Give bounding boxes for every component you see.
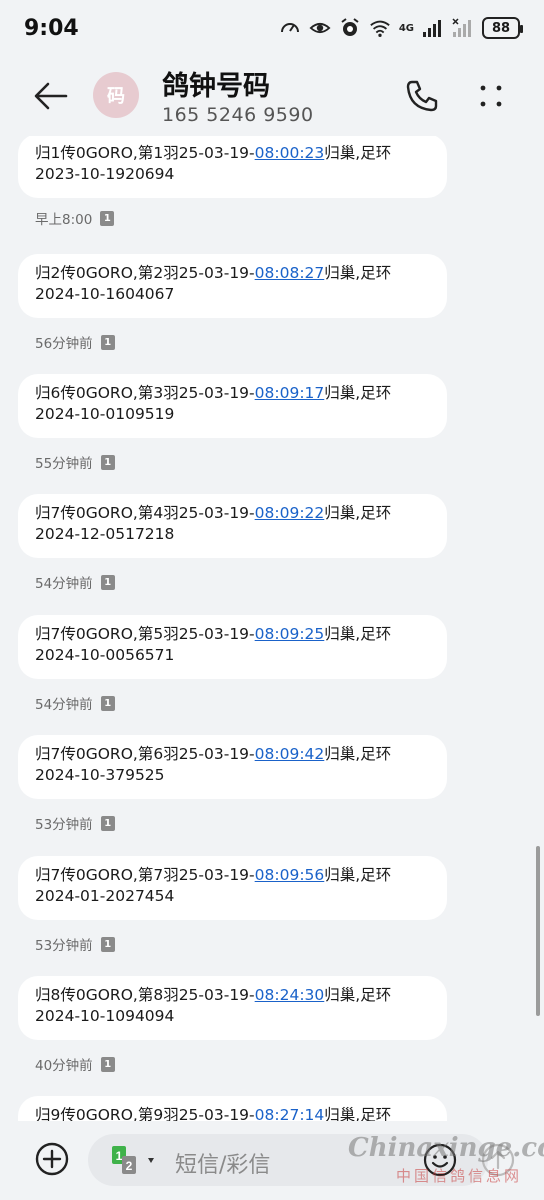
- message-line-2: 2024-10-0109519: [35, 405, 175, 423]
- sim-badge: 1: [100, 574, 115, 590]
- time-link[interactable]: 08:09:17: [255, 384, 325, 402]
- message-list[interactable]: 归1传0GORO,第1羽25-03-19-08:00:23归巢,足环 2023-…: [0, 136, 544, 1121]
- message-meta: 55分钟前 1: [35, 452, 115, 472]
- phone-icon[interactable]: [404, 78, 440, 114]
- message-bubble[interactable]: 归6传0GORO,第3羽25-03-19-08:09:17归巢,足环 2024-…: [18, 374, 447, 438]
- message-line-1: 归2传0GORO,第2羽25-03-19-08:08:27归巢,足环: [35, 264, 392, 282]
- time-link[interactable]: 08:09:42: [255, 745, 325, 763]
- contact-name[interactable]: 鸽钟号码: [162, 64, 270, 103]
- add-circle-icon[interactable]: [34, 1141, 70, 1177]
- message-bubble[interactable]: 归8传0GORO,第8羽25-03-19-08:24:30归巢,足环 2024-…: [18, 976, 447, 1040]
- message-line-1: 归7传0GORO,第4羽25-03-19-08:09:22归巢,足环: [35, 504, 392, 522]
- message-meta: 40分钟前 1: [35, 1054, 115, 1074]
- message-line-2: 2024-12-0517218: [35, 525, 175, 543]
- message-bubble[interactable]: 归7传0GORO,第4羽25-03-19-08:09:22归巢,足环 2024-…: [18, 494, 447, 558]
- wifi-icon: [369, 17, 391, 39]
- time-link[interactable]: 08:08:27: [255, 264, 325, 282]
- time-link[interactable]: 08:09:56: [255, 866, 325, 884]
- eye-icon: [309, 17, 331, 39]
- message-timestamp: 56分钟前: [35, 336, 93, 352]
- message-meta: 56分钟前 1: [35, 332, 115, 352]
- alarm-icon: [339, 17, 361, 39]
- message-timestamp: 54分钟前: [35, 576, 93, 592]
- sim-secondary-label: 2: [126, 1159, 133, 1173]
- sim-badge: 1: [100, 210, 115, 226]
- sim-badge: 1: [100, 334, 115, 350]
- message-meta: 54分钟前 1: [35, 572, 115, 592]
- sim-badge: 1: [100, 936, 115, 952]
- message-line-2: 2024-10-0056571: [35, 646, 175, 664]
- message-line-1: 归1传0GORO,第1羽25-03-19-08:00:23归巢,足环: [35, 144, 392, 162]
- message-line-1: 归8传0GORO,第8羽25-03-19-08:24:30归巢,足环: [35, 986, 392, 1004]
- message-line-1: 归7传0GORO,第7羽25-03-19-08:09:56归巢,足环: [35, 866, 392, 884]
- input-placeholder: 短信/彩信: [175, 1153, 271, 1178]
- status-icons: 4G 88: [279, 17, 523, 39]
- time-link[interactable]: 08:09:25: [255, 625, 325, 643]
- message-bubble[interactable]: 归2传0GORO,第2羽25-03-19-08:08:27归巢,足环 2024-…: [18, 254, 447, 318]
- time-link[interactable]: 08:27:14: [255, 1106, 325, 1121]
- message-meta: 早上8:00 1: [35, 208, 115, 228]
- time-link[interactable]: 08:24:30: [255, 986, 325, 1004]
- message-line-1: 归7传0GORO,第6羽25-03-19-08:09:42归巢,足环: [35, 745, 392, 763]
- message-meta: 53分钟前 1: [35, 934, 115, 954]
- message-line-1: 归9传0GORO,第9羽25-03-19-08:27:14归巢,足环: [35, 1105, 431, 1121]
- send-icon[interactable]: [480, 1142, 516, 1178]
- conversation-header: 码 鸽钟号码 165 5246 9590: [0, 56, 544, 136]
- message-meta: 53分钟前 1: [35, 813, 115, 833]
- message-bubble[interactable]: 归7传0GORO,第5羽25-03-19-08:09:25归巢,足环 2024-…: [18, 615, 447, 679]
- network-type: 4G: [398, 22, 414, 34]
- message-timestamp: 53分钟前: [35, 938, 93, 954]
- sim-badge: 1: [100, 454, 115, 470]
- sms-conversation-screen: 9:04 4G 88 码 鸽钟号码 165 5246 9590 归1传0GORO…: [0, 0, 544, 1200]
- message-bubble[interactable]: 归9传0GORO,第9羽25-03-19-08:27:14归巢,足环: [18, 1096, 447, 1121]
- compose-bar: 1 2 短信/彩信 Chinaxinge.com 中国信鸽信息网: [0, 1121, 544, 1200]
- time-link[interactable]: 08:00:23: [255, 144, 325, 162]
- message-timestamp: 53分钟前: [35, 817, 93, 833]
- message-timestamp: 54分钟前: [35, 697, 93, 713]
- back-arrow-icon[interactable]: [32, 78, 72, 114]
- message-bubble[interactable]: 归7传0GORO,第7羽25-03-19-08:09:56归巢,足环 2024-…: [18, 856, 447, 920]
- battery-icon: 88: [482, 17, 523, 39]
- scrollbar[interactable]: [536, 846, 540, 1016]
- more-dots-icon[interactable]: [476, 78, 506, 114]
- message-bubble[interactable]: 归7传0GORO,第6羽25-03-19-08:09:42归巢,足环 2024-…: [18, 735, 447, 799]
- avatar[interactable]: 码: [93, 72, 139, 118]
- message-line-1: 归7传0GORO,第5羽25-03-19-08:09:25归巢,足环: [35, 625, 392, 643]
- sim-badge: 1: [100, 695, 115, 711]
- speed-icon: [279, 17, 301, 39]
- message-timestamp: 早上8:00: [35, 212, 93, 228]
- message-timestamp: 55分钟前: [35, 456, 93, 472]
- status-bar: 9:04 4G 88: [0, 0, 544, 56]
- signal-icon: [422, 17, 444, 39]
- signal-2-icon: [452, 17, 474, 39]
- message-line-2: 2024-01-2027454: [35, 887, 175, 905]
- message-line-2: 2024-10-1604067: [35, 285, 175, 303]
- message-line-2: 2024-10-1094094: [35, 1007, 175, 1025]
- sim-select-icon[interactable]: 1 2: [112, 1146, 158, 1174]
- status-time: 9:04: [24, 15, 79, 41]
- message-line-2: 2024-10-379525: [35, 766, 165, 784]
- message-meta: 54分钟前 1: [35, 693, 115, 713]
- message-timestamp: 40分钟前: [35, 1058, 93, 1074]
- time-link[interactable]: 08:09:22: [255, 504, 325, 522]
- sim-badge: 1: [100, 1056, 115, 1072]
- emoji-icon[interactable]: [422, 1142, 458, 1178]
- message-line-1: 归6传0GORO,第3羽25-03-19-08:09:17归巢,足环: [35, 384, 392, 402]
- message-line-2: 2023-10-1920694: [35, 165, 175, 183]
- message-bubble[interactable]: 归1传0GORO,第1羽25-03-19-08:00:23归巢,足环 2023-…: [18, 136, 447, 198]
- sim-primary-label: 1: [116, 1149, 123, 1163]
- contact-number: 165 5246 9590: [162, 104, 314, 126]
- sim-badge: 1: [100, 815, 115, 831]
